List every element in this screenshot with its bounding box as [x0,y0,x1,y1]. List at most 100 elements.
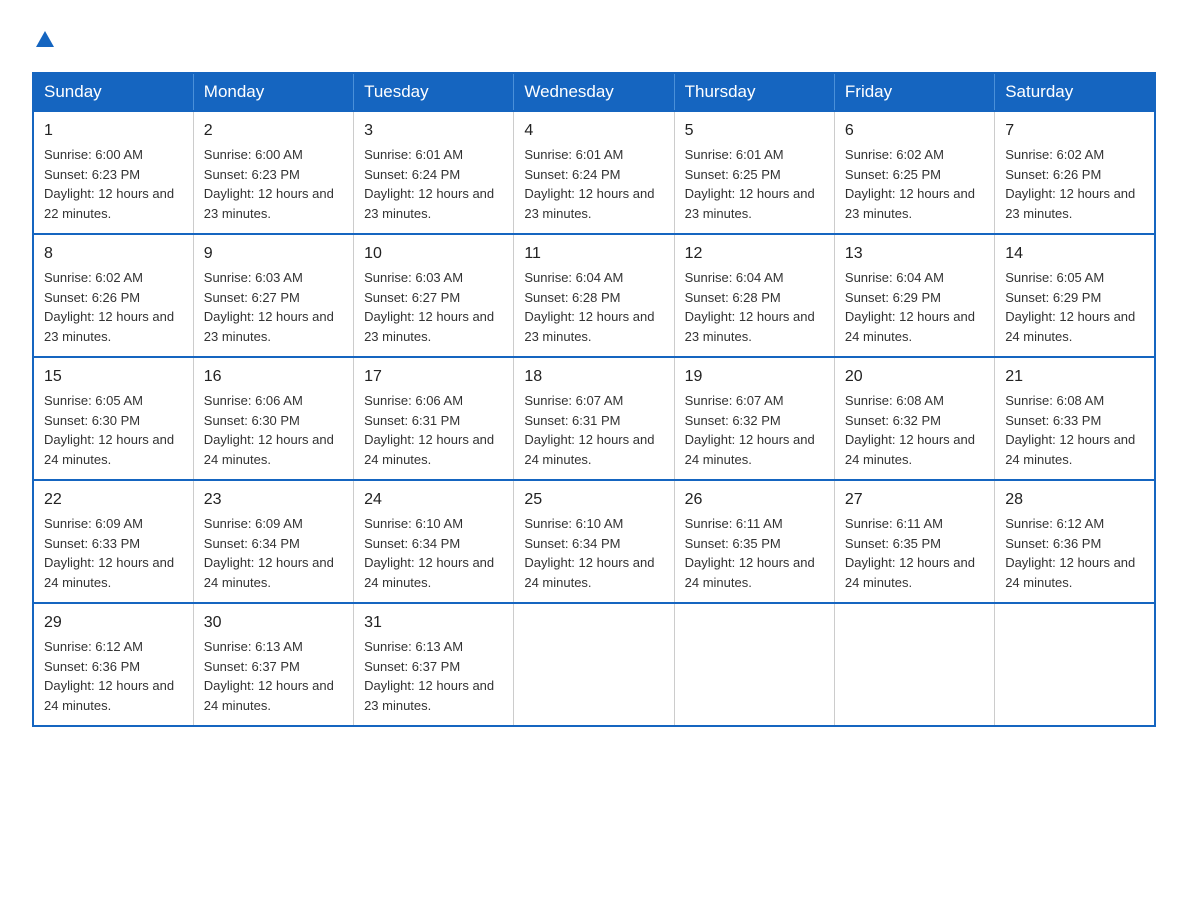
calendar-week-row: 15 Sunrise: 6:05 AMSunset: 6:30 PMDayligh… [33,357,1155,480]
day-number: 27 [845,488,984,512]
calendar-day-cell: 2 Sunrise: 6:00 AMSunset: 6:23 PMDaylight… [193,111,353,234]
day-info: Sunrise: 6:07 AMSunset: 6:31 PMDaylight:… [524,393,654,467]
day-info: Sunrise: 6:09 AMSunset: 6:34 PMDaylight:… [204,516,334,590]
calendar-day-cell: 18 Sunrise: 6:07 AMSunset: 6:31 PMDayligh… [514,357,674,480]
day-number: 14 [1005,242,1144,266]
calendar-day-cell: 16 Sunrise: 6:06 AMSunset: 6:30 PMDayligh… [193,357,353,480]
day-number: 29 [44,611,183,635]
day-number: 12 [685,242,824,266]
weekday-header-monday: Monday [193,73,353,111]
calendar-day-cell: 17Sunrise: 6:06 AMSunset: 6:31 PMDayligh… [354,357,514,480]
logo-icon [34,29,56,51]
day-info: Sunrise: 6:04 AMSunset: 6:28 PMDaylight:… [685,270,815,344]
weekday-header-friday: Friday [834,73,994,111]
day-number: 22 [44,488,183,512]
day-info: Sunrise: 6:02 AMSunset: 6:25 PMDaylight:… [845,147,975,221]
day-info: Sunrise: 6:02 AMSunset: 6:26 PMDaylight:… [44,270,174,344]
day-info: Sunrise: 6:01 AMSunset: 6:25 PMDaylight:… [685,147,815,221]
day-info: Sunrise: 6:03 AMSunset: 6:27 PMDaylight:… [364,270,494,344]
calendar-day-cell: 29 Sunrise: 6:12 AMSunset: 6:36 PMDayligh… [33,603,193,726]
day-number: 9 [204,242,343,266]
day-info: Sunrise: 6:10 AMSunset: 6:34 PMDaylight:… [524,516,654,590]
day-number: 13 [845,242,984,266]
calendar-day-cell: 11 Sunrise: 6:04 AMSunset: 6:28 PMDayligh… [514,234,674,357]
calendar-week-row: 1 Sunrise: 6:00 AMSunset: 6:23 PMDaylight… [33,111,1155,234]
empty-cell [674,603,834,726]
day-number: 19 [685,365,824,389]
day-info: Sunrise: 6:10 AMSunset: 6:34 PMDaylight:… [364,516,494,590]
day-number: 18 [524,365,663,389]
day-number: 11 [524,242,663,266]
day-number: 26 [685,488,824,512]
day-info: Sunrise: 6:00 AMSunset: 6:23 PMDaylight:… [204,147,334,221]
calendar-week-row: 29 Sunrise: 6:12 AMSunset: 6:36 PMDayligh… [33,603,1155,726]
day-info: Sunrise: 6:08 AMSunset: 6:33 PMDaylight:… [1005,393,1135,467]
calendar-day-cell: 24 Sunrise: 6:10 AMSunset: 6:34 PMDayligh… [354,480,514,603]
weekday-header-row: SundayMondayTuesdayWednesdayThursdayFrid… [33,73,1155,111]
calendar-day-cell: 12 Sunrise: 6:04 AMSunset: 6:28 PMDayligh… [674,234,834,357]
day-number: 4 [524,119,663,143]
day-info: Sunrise: 6:06 AMSunset: 6:30 PMDaylight:… [204,393,334,467]
day-number: 8 [44,242,183,266]
day-number: 10 [364,242,503,266]
day-info: Sunrise: 6:11 AMSunset: 6:35 PMDaylight:… [685,516,815,590]
day-number: 24 [364,488,503,512]
calendar-day-cell: 14 Sunrise: 6:05 AMSunset: 6:29 PMDayligh… [995,234,1155,357]
day-number: 7 [1005,119,1144,143]
day-number: 25 [524,488,663,512]
day-info: Sunrise: 6:05 AMSunset: 6:30 PMDaylight:… [44,393,174,467]
day-info: Sunrise: 6:13 AMSunset: 6:37 PMDaylight:… [364,639,494,713]
calendar-day-cell: 30Sunrise: 6:13 AMSunset: 6:37 PMDayligh… [193,603,353,726]
day-info: Sunrise: 6:03 AMSunset: 6:27 PMDaylight:… [204,270,334,344]
day-number: 31 [364,611,503,635]
day-info: Sunrise: 6:05 AMSunset: 6:29 PMDaylight:… [1005,270,1135,344]
weekday-header-sunday: Sunday [33,73,193,111]
day-number: 30 [204,611,343,635]
day-info: Sunrise: 6:08 AMSunset: 6:32 PMDaylight:… [845,393,975,467]
calendar-day-cell: 22 Sunrise: 6:09 AMSunset: 6:33 PMDayligh… [33,480,193,603]
page-header [32,24,1156,54]
calendar-day-cell: 5Sunrise: 6:01 AMSunset: 6:25 PMDaylight… [674,111,834,234]
calendar-day-cell: 23 Sunrise: 6:09 AMSunset: 6:34 PMDayligh… [193,480,353,603]
day-number: 23 [204,488,343,512]
calendar-day-cell: 6 Sunrise: 6:02 AMSunset: 6:25 PMDaylight… [834,111,994,234]
weekday-header-saturday: Saturday [995,73,1155,111]
day-info: Sunrise: 6:06 AMSunset: 6:31 PMDaylight:… [364,393,494,467]
day-number: 6 [845,119,984,143]
day-number: 16 [204,365,343,389]
day-info: Sunrise: 6:02 AMSunset: 6:26 PMDaylight:… [1005,147,1135,221]
day-info: Sunrise: 6:09 AMSunset: 6:33 PMDaylight:… [44,516,174,590]
day-info: Sunrise: 6:11 AMSunset: 6:35 PMDaylight:… [845,516,975,590]
empty-cell [995,603,1155,726]
calendar-day-cell: 28 Sunrise: 6:12 AMSunset: 6:36 PMDayligh… [995,480,1155,603]
calendar-day-cell: 20 Sunrise: 6:08 AMSunset: 6:32 PMDayligh… [834,357,994,480]
calendar-day-cell: 26 Sunrise: 6:11 AMSunset: 6:35 PMDayligh… [674,480,834,603]
day-info: Sunrise: 6:12 AMSunset: 6:36 PMDaylight:… [1005,516,1135,590]
day-number: 3 [364,119,503,143]
day-number: 1 [44,119,183,143]
day-number: 15 [44,365,183,389]
calendar-day-cell: 15 Sunrise: 6:05 AMSunset: 6:30 PMDayligh… [33,357,193,480]
calendar-day-cell: 3 Sunrise: 6:01 AMSunset: 6:24 PMDaylight… [354,111,514,234]
day-number: 28 [1005,488,1144,512]
day-info: Sunrise: 6:01 AMSunset: 6:24 PMDaylight:… [524,147,654,221]
calendar-day-cell: 13Sunrise: 6:04 AMSunset: 6:29 PMDayligh… [834,234,994,357]
weekday-header-tuesday: Tuesday [354,73,514,111]
day-info: Sunrise: 6:00 AMSunset: 6:23 PMDaylight:… [44,147,174,221]
calendar-day-cell: 27 Sunrise: 6:11 AMSunset: 6:35 PMDayligh… [834,480,994,603]
day-info: Sunrise: 6:01 AMSunset: 6:24 PMDaylight:… [364,147,494,221]
logo [32,24,58,54]
calendar-day-cell: 4 Sunrise: 6:01 AMSunset: 6:24 PMDaylight… [514,111,674,234]
calendar-day-cell: 21 Sunrise: 6:08 AMSunset: 6:33 PMDayligh… [995,357,1155,480]
calendar-day-cell: 9 Sunrise: 6:03 AMSunset: 6:27 PMDaylight… [193,234,353,357]
calendar-day-cell: 25 Sunrise: 6:10 AMSunset: 6:34 PMDayligh… [514,480,674,603]
calendar-day-cell: 31 Sunrise: 6:13 AMSunset: 6:37 PMDayligh… [354,603,514,726]
day-info: Sunrise: 6:07 AMSunset: 6:32 PMDaylight:… [685,393,815,467]
day-number: 20 [845,365,984,389]
day-number: 21 [1005,365,1144,389]
calendar-day-cell: 1 Sunrise: 6:00 AMSunset: 6:23 PMDaylight… [33,111,193,234]
weekday-header-wednesday: Wednesday [514,73,674,111]
day-number: 2 [204,119,343,143]
day-info: Sunrise: 6:04 AMSunset: 6:28 PMDaylight:… [524,270,654,344]
day-info: Sunrise: 6:12 AMSunset: 6:36 PMDaylight:… [44,639,174,713]
